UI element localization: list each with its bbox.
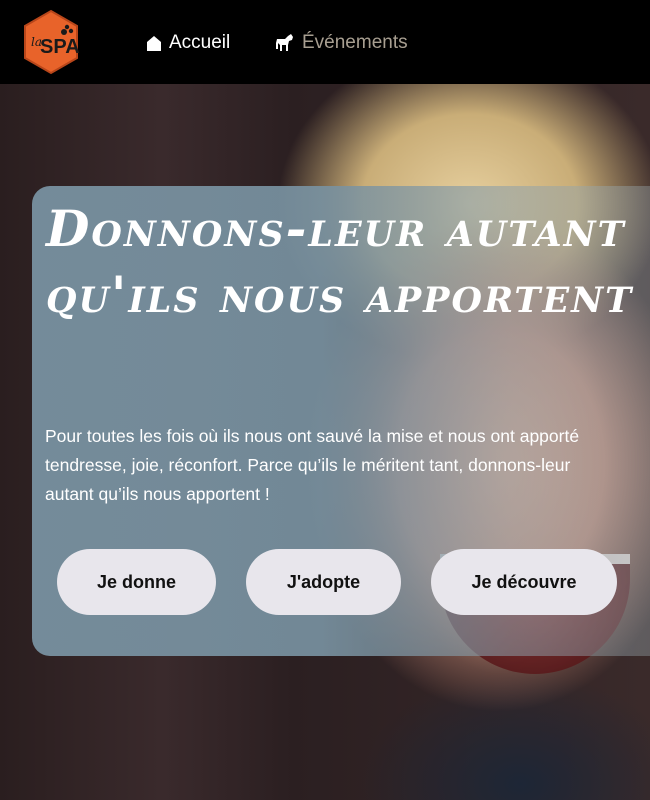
hero-section: Donnons-leur autant qu'ils nous apporten… (0, 84, 650, 800)
home-icon (147, 36, 161, 51)
nav-link-accueil[interactable]: Accueil (145, 30, 230, 56)
hero-title: Donnons-leur autant qu'ils nous apporten… (46, 196, 646, 328)
dog-icon (276, 34, 293, 51)
hero-description-line-3: autant qu’ils nous apportent ! (45, 484, 270, 504)
hero-title-line-2: qu'ils nous apportent (46, 265, 634, 324)
nav-link-evenements[interactable]: Événements (274, 30, 408, 56)
hero-description: Pour toutes les fois où ils nous ont sau… (45, 422, 650, 509)
nav-link-accueil-label: Accueil (169, 32, 231, 53)
adopt-button[interactable]: J'adopte (246, 549, 401, 615)
hero-description-line-2: tendresse, joie, réconfort. Parce qu’ils… (45, 455, 571, 475)
top-navbar: la SPA Accueil Événements (0, 0, 650, 84)
discover-button[interactable]: Je découvre (431, 549, 617, 615)
hero-description-line-1: Pour toutes les fois où ils nous ont sau… (45, 426, 580, 446)
hero-title-line-1: Donnons-leur autant (46, 199, 626, 258)
nav-link-evenements-label: Événements (302, 32, 408, 53)
svg-text:SPA: SPA (40, 36, 80, 58)
spa-logo[interactable]: la SPA (22, 9, 80, 75)
donate-button[interactable]: Je donne (57, 549, 216, 615)
